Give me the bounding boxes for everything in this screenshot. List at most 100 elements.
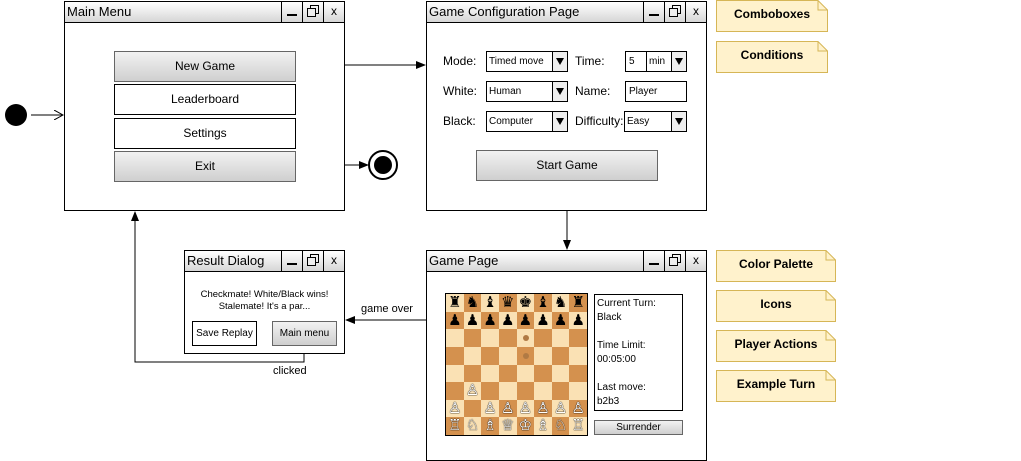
black-piece[interactable]: ♜ <box>571 294 584 311</box>
board-square[interactable]: ♛ <box>498 294 517 312</box>
board-square[interactable] <box>551 346 570 365</box>
time-input[interactable]: 5 <box>625 51 647 72</box>
mode-select[interactable]: Timed move <box>486 51 568 72</box>
board-square[interactable] <box>551 329 570 347</box>
white-piece[interactable]: ♘ <box>554 417 567 434</box>
black-piece[interactable]: ♝ <box>483 294 496 311</box>
minimize-icon[interactable] <box>643 251 664 271</box>
board-square[interactable] <box>569 346 587 365</box>
white-piece[interactable]: ♙ <box>448 400 461 417</box>
white-piece[interactable]: ♙ <box>519 400 532 417</box>
black-select[interactable]: Computer <box>486 111 568 132</box>
board-square[interactable] <box>446 364 464 383</box>
white-piece[interactable]: ♕ <box>501 417 514 434</box>
start-game-button[interactable]: Start Game <box>476 150 658 181</box>
white-piece[interactable]: ♙ <box>466 382 479 399</box>
black-piece[interactable]: ♟ <box>536 312 549 329</box>
black-piece[interactable]: ♟ <box>571 312 584 329</box>
board-square[interactable]: ♟ <box>551 311 570 330</box>
black-piece[interactable]: ♟ <box>448 312 461 329</box>
black-piece[interactable]: ♟ <box>554 312 567 329</box>
surrender-button[interactable]: Surrender <box>594 420 683 435</box>
board-square[interactable]: ♕ <box>498 417 517 435</box>
board-square[interactable]: ♝ <box>481 294 499 312</box>
board-square[interactable]: ♙ <box>446 399 464 418</box>
board-square[interactable]: ♟ <box>481 311 499 330</box>
board-square[interactable] <box>463 364 482 383</box>
maximize-icon[interactable] <box>664 251 685 271</box>
difficulty-select[interactable]: Easy <box>624 111 687 132</box>
board-square[interactable]: ♘ <box>463 417 482 435</box>
black-piece[interactable]: ♟ <box>483 312 496 329</box>
chess-board[interactable]: ♜ ♞ ♝ ♛ ♚ ♝ ♞ ♜ ♟ ♟ ♟ ♟ ♟ ♟ ♟ ♟ ♙ ♙ ♙ ♙ ♙ ♙ ♙ ♙ ♖ ♘ ♗ ♕ ♔ ♗ ♘ ♖ <box>445 293 588 436</box>
black-piece[interactable]: ♞ <box>466 294 479 311</box>
board-square[interactable]: ♖ <box>446 417 464 435</box>
maximize-icon[interactable] <box>302 2 323 22</box>
white-piece[interactable]: ♙ <box>483 400 496 417</box>
board-square[interactable]: ♟ <box>446 311 464 330</box>
board-square[interactable] <box>463 346 482 365</box>
black-piece[interactable]: ♛ <box>501 294 514 311</box>
settings-button[interactable]: Settings <box>114 118 296 149</box>
board-square[interactable]: ♙ <box>516 399 535 418</box>
board-square[interactable] <box>481 364 499 383</box>
white-piece[interactable]: ♘ <box>466 417 479 434</box>
close-icon[interactable]: x <box>323 251 344 271</box>
close-icon[interactable]: x <box>323 2 344 22</box>
white-select[interactable]: Human <box>486 81 568 102</box>
board-square[interactable] <box>498 382 517 400</box>
board-square[interactable] <box>534 329 552 347</box>
white-piece[interactable]: ♗ <box>536 417 549 434</box>
board-square[interactable] <box>516 329 535 347</box>
board-square[interactable] <box>481 382 499 400</box>
board-square[interactable] <box>463 399 482 418</box>
board-square[interactable]: ♜ <box>446 294 464 312</box>
board-square[interactable]: ♟ <box>534 311 552 330</box>
board-square[interactable] <box>463 329 482 347</box>
board-square[interactable] <box>516 346 535 365</box>
board-square[interactable]: ♙ <box>463 382 482 400</box>
board-square[interactable] <box>481 329 499 347</box>
board-square[interactable]: ♟ <box>498 311 517 330</box>
exit-button[interactable]: Exit <box>114 151 296 182</box>
minimize-icon[interactable] <box>281 251 302 271</box>
board-square[interactable]: ♙ <box>498 399 517 418</box>
black-piece[interactable]: ♚ <box>519 294 532 311</box>
board-square[interactable] <box>551 382 570 400</box>
black-piece[interactable]: ♝ <box>536 294 549 311</box>
leaderboard-button[interactable]: Leaderboard <box>114 84 296 115</box>
board-square[interactable] <box>446 329 464 347</box>
board-square[interactable] <box>446 382 464 400</box>
black-piece[interactable]: ♜ <box>448 294 461 311</box>
close-icon[interactable]: x <box>685 2 706 22</box>
main-menu-button[interactable]: Main menu <box>272 321 337 346</box>
board-square[interactable]: ♗ <box>481 417 499 435</box>
board-square[interactable]: ♞ <box>463 294 482 312</box>
board-square[interactable] <box>516 382 535 400</box>
name-input[interactable]: Player <box>625 81 687 102</box>
board-square[interactable] <box>569 329 587 347</box>
white-piece[interactable]: ♖ <box>448 417 461 434</box>
black-piece[interactable]: ♟ <box>501 312 514 329</box>
board-square[interactable] <box>551 364 570 383</box>
board-square[interactable]: ♚ <box>516 294 535 312</box>
white-piece[interactable]: ♔ <box>519 417 532 434</box>
time-unit-select[interactable]: min <box>646 51 687 72</box>
board-square[interactable] <box>569 364 587 383</box>
board-square[interactable] <box>534 382 552 400</box>
black-piece[interactable]: ♞ <box>554 294 567 311</box>
board-square[interactable] <box>481 346 499 365</box>
white-piece[interactable]: ♙ <box>536 400 549 417</box>
board-square[interactable]: ♝ <box>534 294 552 312</box>
minimize-icon[interactable] <box>643 2 664 22</box>
board-square[interactable]: ♜ <box>569 294 587 312</box>
maximize-icon[interactable] <box>302 251 323 271</box>
board-square[interactable]: ♟ <box>463 311 482 330</box>
minimize-icon[interactable] <box>281 2 302 22</box>
board-square[interactable]: ♙ <box>534 399 552 418</box>
board-square[interactable]: ♔ <box>516 417 535 435</box>
board-square[interactable]: ♗ <box>534 417 552 435</box>
board-square[interactable]: ♙ <box>551 399 570 418</box>
new-game-button[interactable]: New Game <box>114 51 296 82</box>
board-square[interactable]: ♟ <box>569 311 587 330</box>
